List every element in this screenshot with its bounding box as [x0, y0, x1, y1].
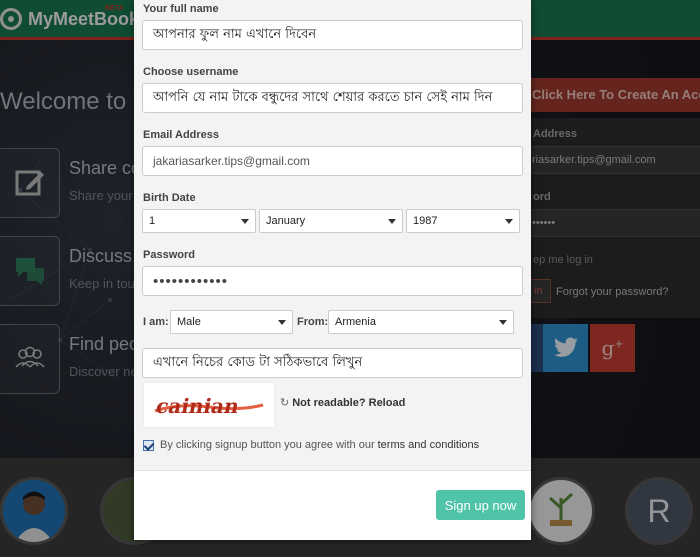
gender-select[interactable]: Male — [170, 310, 293, 334]
captcha-text: cainian — [154, 394, 242, 418]
username-label: Choose username — [143, 66, 239, 78]
username-input[interactable]: আপনি যে নাম টাকে বন্ধুদের সাথে শেয়ার কর… — [142, 83, 523, 113]
birth-month-select[interactable]: January — [259, 209, 403, 233]
birth-day-select[interactable]: 1 — [142, 209, 256, 233]
captcha-image: cainian — [143, 382, 275, 428]
reload-text: Not readable? Reload — [292, 396, 406, 409]
password-input[interactable]: •••••••••••• — [142, 266, 523, 296]
agree-checkbox[interactable] — [143, 439, 154, 451]
birth-year-select[interactable]: 1987 — [406, 209, 520, 233]
captcha-input[interactable]: এখানে নিচের কোড টা সঠিকভাবে লিখুন — [142, 348, 523, 378]
agree-text: By clicking signup button you agree with… — [160, 439, 375, 451]
birth-month-value: January — [266, 215, 306, 227]
chevron-down-icon — [505, 218, 513, 224]
gender-label: I am: — [143, 316, 169, 328]
country-label: From: — [297, 316, 329, 328]
signup-modal: Your full name আপনার ফুল নাম এখানে দিবেন… — [134, 0, 531, 540]
gender-value: Male — [177, 316, 201, 328]
birth-year-value: 1987 — [413, 215, 438, 227]
password-label: Password — [143, 249, 195, 261]
full-name-input[interactable]: আপনার ফুল নাম এখানে দিবেন — [142, 20, 523, 50]
signup-button[interactable]: Sign up now — [436, 490, 525, 520]
email-input[interactable]: jakariasarker.tips@gmail.com — [142, 146, 523, 176]
terms-link[interactable]: terms and conditions — [378, 439, 480, 451]
chevron-down-icon — [499, 319, 507, 325]
full-name-label: Your full name — [143, 3, 219, 15]
email-label: Email Address — [143, 129, 220, 141]
chevron-down-icon — [278, 319, 286, 325]
chevron-down-icon — [241, 218, 249, 224]
reload-captcha-link[interactable]: ↻ Not readable? Reload — [280, 396, 406, 410]
terms-agreement: By clicking signup button you agree with… — [143, 439, 479, 451]
country-value: Armenia — [335, 316, 376, 328]
birth-date-label: Birth Date — [143, 192, 196, 204]
birth-day-value: 1 — [149, 215, 156, 227]
country-select[interactable]: Armenia — [328, 310, 514, 334]
captcha-graphic: cainian — [154, 394, 264, 418]
chevron-down-icon — [388, 218, 396, 224]
refresh-icon: ↻ — [280, 397, 290, 409]
